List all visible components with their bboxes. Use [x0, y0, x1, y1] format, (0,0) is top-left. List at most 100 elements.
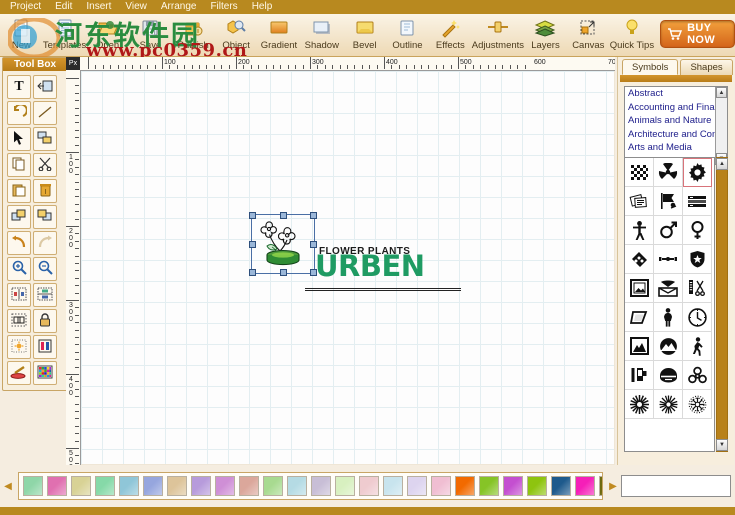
- symbol-diamond[interactable]: [625, 303, 654, 332]
- category-scroll-up-button[interactable]: ▲: [716, 87, 727, 98]
- symbol-scroll-up-button[interactable]: ▲: [716, 158, 728, 170]
- symbol-grid-scrollbar[interactable]: ▲ ▼: [716, 157, 728, 452]
- category-list-scrollbar[interactable]: ▲ ▼: [715, 87, 727, 164]
- symbol-sun-rays[interactable]: [654, 390, 683, 419]
- tool-copy[interactable]: [7, 153, 31, 177]
- palette-swatch[interactable]: [503, 476, 523, 496]
- tool-cut[interactable]: [33, 153, 57, 177]
- tool-undo[interactable]: [7, 231, 31, 255]
- symbol-sunburst[interactable]: [625, 390, 654, 419]
- category-item-architecture[interactable]: Architecture and Construction: [625, 128, 727, 142]
- category-item-animals[interactable]: Animals and Nature: [625, 114, 727, 128]
- tool-align[interactable]: [33, 127, 57, 151]
- tool-lock[interactable]: [33, 309, 57, 333]
- tool-color-picker[interactable]: [7, 361, 31, 385]
- symbol-venus-female[interactable]: [683, 216, 712, 245]
- palette-swatch[interactable]: [47, 476, 67, 496]
- toolbar-button-layers[interactable]: Layers: [524, 14, 567, 56]
- tool-paste[interactable]: [7, 179, 31, 203]
- palette-swatch[interactable]: [335, 476, 355, 496]
- palette-extra-field[interactable]: [621, 475, 731, 497]
- palette-swatch[interactable]: [383, 476, 403, 496]
- symbol-helmet[interactable]: [654, 361, 683, 390]
- palette-swatch[interactable]: [143, 476, 163, 496]
- toolbar-button-bevel[interactable]: Bevel: [343, 14, 386, 56]
- palette-prev-button[interactable]: ◀: [0, 481, 16, 492]
- category-item-arts[interactable]: Arts and Media: [625, 141, 727, 155]
- symbol-checkerboard[interactable]: [625, 158, 654, 187]
- symbol-sun-gear[interactable]: [683, 390, 712, 419]
- tool-bring-forward[interactable]: [7, 205, 31, 229]
- tool-flip-horizontal[interactable]: [7, 283, 31, 307]
- symbol-clock[interactable]: [683, 303, 712, 332]
- symbol-mars-male[interactable]: [654, 216, 683, 245]
- menu-item-insert[interactable]: Insert: [79, 0, 118, 14]
- symbol-woman-figure[interactable]: [654, 303, 683, 332]
- horizontal-ruler[interactable]: 100 200 300 400 500 600 700: [80, 57, 615, 71]
- symbol-scissors-comb[interactable]: [683, 274, 712, 303]
- symbol-gear[interactable]: [683, 158, 712, 187]
- symbol-globe-mountain[interactable]: [654, 332, 683, 361]
- menu-item-filters[interactable]: Filters: [203, 0, 244, 14]
- menu-item-help[interactable]: Help: [245, 0, 280, 14]
- palette-swatch[interactable]: [407, 476, 427, 496]
- palette-swatch[interactable]: [527, 476, 547, 496]
- symbol-dumbbell[interactable]: [654, 245, 683, 274]
- symbol-human-figure[interactable]: [625, 216, 654, 245]
- tool-text[interactable]: T: [7, 75, 31, 99]
- symbol-biohazard[interactable]: [683, 361, 712, 390]
- palette-swatch[interactable]: [455, 476, 475, 496]
- symbol-radiation[interactable]: [654, 158, 683, 187]
- palette-swatch[interactable]: [575, 476, 595, 496]
- toolbar-button-canvas[interactable]: Canvas: [567, 14, 610, 56]
- tool-delete[interactable]: [33, 179, 57, 203]
- toolbar-button-outline[interactable]: Outline: [386, 14, 429, 56]
- tool-group[interactable]: [7, 309, 31, 333]
- tool-redo[interactable]: [33, 231, 57, 255]
- palette-swatch[interactable]: [71, 476, 91, 496]
- symbol-money-bag[interactable]: [625, 245, 654, 274]
- palette-swatch[interactable]: [263, 476, 283, 496]
- symbol-photo-frame[interactable]: [625, 274, 654, 303]
- symbol-category-list[interactable]: Abstract Accounting and Finance Animals …: [624, 86, 728, 165]
- toolbar-button-adjustments[interactable]: Adjustments: [472, 14, 524, 56]
- tool-distribute[interactable]: [33, 335, 57, 359]
- tool-select[interactable]: [7, 127, 31, 151]
- symbol-books[interactable]: [683, 187, 712, 216]
- menu-item-view[interactable]: View: [118, 0, 154, 14]
- symbol-newspapers[interactable]: [625, 187, 654, 216]
- palette-swatch[interactable]: [239, 476, 259, 496]
- toolbar-button-gradient[interactable]: Gradient: [258, 14, 301, 56]
- palette-swatch[interactable]: [479, 476, 499, 496]
- symbol-scroll-down-button[interactable]: ▼: [716, 439, 728, 451]
- menu-item-project[interactable]: Project: [0, 0, 48, 14]
- tab-symbols[interactable]: Symbols: [622, 59, 679, 75]
- palette-swatch-strip[interactable]: [18, 472, 603, 500]
- tool-zoom-out[interactable]: [33, 257, 57, 281]
- logo-object[interactable]: FLOWER PLANTS URBEN: [249, 212, 461, 291]
- tab-shapes[interactable]: Shapes: [680, 59, 733, 75]
- palette-swatch[interactable]: [431, 476, 451, 496]
- category-item-accounting[interactable]: Accounting and Finance: [625, 101, 727, 115]
- toolbar-button-shadow[interactable]: Shadow: [300, 14, 343, 56]
- tool-flip-vertical[interactable]: [33, 283, 57, 307]
- symbol-coffee-press[interactable]: [625, 361, 654, 390]
- symbol-flag[interactable]: [654, 187, 683, 216]
- symbol-shield[interactable]: [683, 245, 712, 274]
- menu-item-edit[interactable]: Edit: [48, 0, 79, 14]
- palette-swatch[interactable]: [359, 476, 379, 496]
- palette-swatch[interactable]: [311, 476, 331, 496]
- artboard[interactable]: FLOWER PLANTS URBEN: [81, 71, 614, 464]
- symbol-walking-man[interactable]: [683, 332, 712, 361]
- palette-swatch[interactable]: [215, 476, 235, 496]
- tool-insert-object[interactable]: [33, 75, 57, 99]
- palette-swatch[interactable]: [167, 476, 187, 496]
- palette-swatch[interactable]: [119, 476, 139, 496]
- palette-next-button[interactable]: ▶: [605, 481, 621, 492]
- tool-rotate[interactable]: [7, 101, 31, 125]
- menu-item-arrange[interactable]: Arrange: [154, 0, 204, 14]
- tool-color-palette[interactable]: [33, 361, 57, 385]
- palette-swatch[interactable]: [599, 476, 602, 496]
- buy-now-button[interactable]: BUY NOW: [660, 20, 735, 48]
- tool-send-backward[interactable]: [33, 205, 57, 229]
